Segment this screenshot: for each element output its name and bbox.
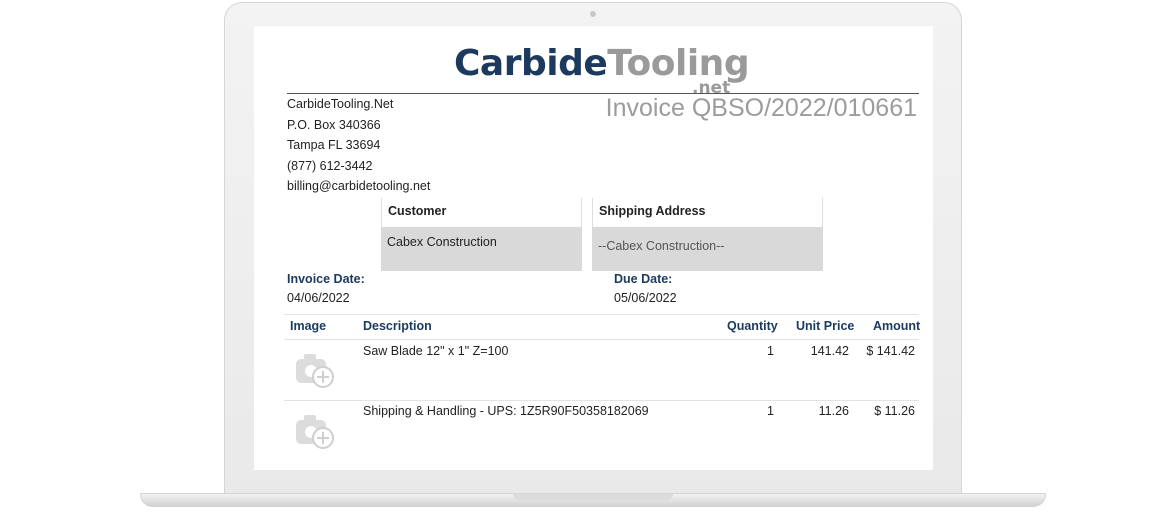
customer-box: Customer Cabex Construction xyxy=(381,198,582,272)
due-date-value: 05/06/2022 xyxy=(614,291,677,305)
company-email: billing@carbidetooling.net xyxy=(287,179,431,194)
row-2-description: Shipping & Handling - UPS: 1Z5R90F503581… xyxy=(363,404,649,418)
row-2-unit-price: 11.26 xyxy=(818,404,849,418)
row-1-description: Saw Blade 12" x 1" Z=100 xyxy=(363,344,509,358)
invoice-date-label: Invoice Date: xyxy=(287,272,365,286)
company-phone: (877) 612-3442 xyxy=(287,158,373,173)
camera-add-icon[interactable] xyxy=(294,351,336,389)
company-city: Tampa FL 33694 xyxy=(287,138,381,153)
row-divider xyxy=(284,400,919,401)
header-row-divider xyxy=(284,339,919,340)
customer-name: Cabex Construction xyxy=(381,227,582,271)
row-1-unit-price: 141.42 xyxy=(810,344,849,358)
camera-icon xyxy=(590,11,596,17)
logo-part-carbide: Carbide xyxy=(454,43,608,84)
laptop-base xyxy=(140,493,1046,507)
company-address: CarbideTooling.Net P.O. Box 340366 Tampa… xyxy=(287,94,430,197)
shipping-label: Shipping Address xyxy=(592,198,823,227)
invoice-document: CarbideTooling .net Invoice QBSO/2022/01… xyxy=(254,26,933,470)
camera-add-icon[interactable] xyxy=(294,412,336,450)
laptop-notch xyxy=(513,494,673,500)
invoice-title: Invoice QBSO/2022/010661 xyxy=(605,94,917,122)
table-top-divider xyxy=(284,314,919,315)
row-2-quantity: 1 xyxy=(767,404,774,418)
shipping-address: --Cabex Construction-- xyxy=(592,227,823,271)
customer-label: Customer xyxy=(381,198,582,227)
company-po-box: P.O. Box 340366 xyxy=(287,117,381,132)
column-header-image: Image xyxy=(290,319,327,333)
column-header-unit-price: Unit Price xyxy=(796,319,855,333)
shipping-box: Shipping Address --Cabex Construction-- xyxy=(592,198,823,272)
row-2-amount: $ 11.26 xyxy=(874,404,915,418)
row-1-amount: $ 141.42 xyxy=(866,344,915,358)
due-date-label: Due Date: xyxy=(614,272,673,286)
company-name: CarbideTooling.Net xyxy=(287,97,394,111)
column-header-description: Description xyxy=(363,319,432,333)
row-1-quantity: 1 xyxy=(767,344,774,358)
column-header-quantity: Quantity xyxy=(727,319,778,333)
invoice-date-value: 04/06/2022 xyxy=(287,291,350,305)
column-header-amount: Amount xyxy=(873,319,921,333)
